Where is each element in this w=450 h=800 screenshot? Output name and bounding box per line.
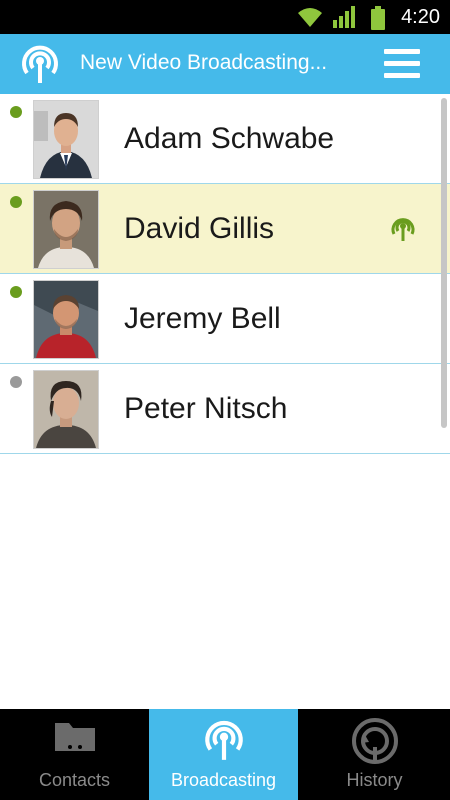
avatar	[33, 100, 99, 179]
tab-label: Contacts	[38, 770, 111, 790]
broadcast-icon	[391, 218, 415, 241]
contact-name: David Gillis	[124, 212, 275, 245]
contact-row[interactable]: Adam Schwabe	[0, 94, 450, 184]
status-dot-offline	[10, 376, 22, 388]
menu-button[interactable]	[384, 49, 420, 79]
contact-name: Adam Schwabe	[124, 122, 335, 155]
history-icon	[351, 718, 398, 764]
menu-icon-bar	[384, 61, 420, 66]
contact-row[interactable]: Peter Nitsch	[0, 364, 450, 454]
broadcast-icon	[204, 720, 243, 760]
status-bar: 4:20	[0, 0, 450, 34]
status-dot-online	[10, 106, 22, 118]
app-title: New Video Broadcasting...	[80, 51, 328, 74]
status-dot-online	[10, 286, 22, 298]
menu-icon-bar	[384, 73, 420, 78]
menu-icon	[384, 49, 420, 54]
contact-name: Peter Nitsch	[124, 392, 288, 425]
contact-row[interactable]: David Gillis	[0, 184, 450, 274]
avatar	[33, 280, 99, 359]
bottom-nav: Contacts Broadcasting History	[0, 709, 450, 800]
contact-list: Adam Schwabe David Gillis Jeremy Bell Pe…	[0, 94, 450, 454]
contact-row[interactable]: Jeremy Bell	[0, 274, 450, 364]
status-time: 4:20	[401, 6, 440, 28]
scrollbar[interactable]	[441, 98, 447, 428]
signal-icon	[333, 6, 355, 28]
avatar	[33, 190, 99, 269]
tab-history[interactable]: History	[300, 709, 449, 800]
battery-icon	[371, 6, 385, 30]
folder-icon	[54, 723, 95, 751]
status-dot-online	[10, 196, 22, 208]
tab-contacts[interactable]: Contacts	[0, 709, 149, 800]
tab-broadcasting[interactable]: Broadcasting	[149, 709, 298, 800]
wifi-icon	[298, 8, 322, 27]
tab-label: Broadcasting	[170, 770, 277, 790]
broadcast-icon[interactable]	[18, 42, 62, 86]
app-header: New Video Broadcasting...	[0, 34, 450, 94]
tab-label: History	[346, 770, 403, 790]
contact-name: Jeremy Bell	[124, 302, 281, 335]
avatar	[33, 370, 99, 449]
